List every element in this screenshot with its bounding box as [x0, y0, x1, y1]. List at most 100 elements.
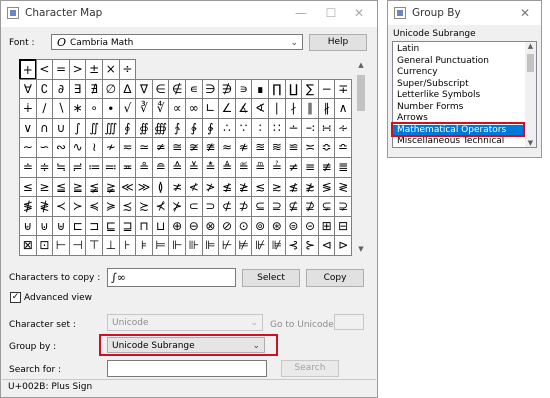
title-bar[interactable]: Character Map — ☐ ✕ — [1, 1, 377, 27]
char-cell[interactable]: ⊒ — [118, 215, 137, 237]
char-cell[interactable]: ≢ — [317, 157, 336, 178]
grid-scrollbar[interactable]: ▲ ▼ — [353, 59, 369, 255]
char-cell[interactable]: ∝ — [168, 98, 186, 119]
char-cell[interactable]: ≥ — [35, 176, 54, 198]
char-cell[interactable]: ≒ — [52, 157, 70, 178]
char-cell[interactable]: ≚ — [185, 157, 203, 178]
char-cell[interactable]: ⊠ — [19, 235, 37, 256]
char-cell[interactable]: ∊ — [185, 78, 203, 100]
select-button[interactable]: Select — [242, 269, 300, 287]
char-cell[interactable]: ≷ — [334, 176, 352, 198]
char-cell[interactable]: ≽ — [102, 196, 120, 217]
char-cell[interactable]: ∤ — [284, 98, 303, 119]
char-cell[interactable]: ⊝ — [301, 215, 319, 237]
char-cell[interactable]: ≋ — [268, 137, 286, 158]
char-cell[interactable]: ∑ — [301, 78, 319, 100]
char-cell[interactable]: ⊬ — [218, 235, 236, 256]
char-cell[interactable]: ∛ — [135, 98, 153, 119]
char-cell[interactable]: ∾ — [52, 137, 70, 158]
maximize-button[interactable]: ☐ — [319, 3, 343, 23]
char-cell[interactable]: ⊦ — [118, 235, 137, 256]
char-cell[interactable]: ≅ — [168, 137, 186, 158]
char-cell[interactable]: ∿ — [68, 137, 87, 158]
char-cell[interactable]: ≜ — [218, 157, 236, 178]
char-cell[interactable]: ⊜ — [284, 215, 303, 237]
char-cell[interactable]: ∹ — [301, 117, 319, 139]
scroll-down-icon[interactable]: ▼ — [525, 139, 536, 147]
char-cell[interactable]: ∺ — [317, 117, 336, 139]
char-cell[interactable]: ⊪ — [185, 235, 203, 256]
char-cell[interactable]: ∻ — [334, 117, 352, 139]
char-cell[interactable]: ≯ — [201, 176, 220, 198]
char-cell[interactable]: ≌ — [284, 137, 303, 158]
scroll-up-icon[interactable]: ▲ — [353, 61, 369, 69]
char-cell[interactable]: ≱ — [234, 176, 253, 198]
char-cell[interactable]: ⊱ — [301, 235, 319, 256]
char-cell[interactable]: ∘ — [85, 98, 103, 119]
char-cell[interactable]: ∋ — [201, 78, 220, 100]
char-cell[interactable]: ≉ — [234, 137, 253, 158]
char-cell[interactable]: ∇ — [135, 78, 153, 100]
char-cell[interactable]: ∶ — [251, 117, 269, 139]
advanced-view-label[interactable]: Advanced view — [24, 293, 92, 303]
char-cell[interactable]: ⊞ — [317, 215, 336, 237]
char-cell[interactable]: > — [68, 59, 87, 80]
char-cell[interactable]: ∍ — [234, 78, 253, 100]
subrange-item[interactable]: Letterlike Symbols — [393, 90, 525, 101]
listbox-scrollbar[interactable]: ▲ ▼ — [525, 42, 536, 147]
char-cell[interactable]: ⊡ — [35, 235, 54, 256]
subrange-item[interactable]: Currency — [393, 67, 525, 78]
char-cell[interactable]: ≓ — [68, 157, 87, 178]
subrange-item[interactable]: General Punctuation — [393, 56, 525, 67]
char-cell[interactable]: ⊭ — [234, 235, 253, 256]
char-cell[interactable]: ∀ — [19, 78, 37, 100]
char-cell[interactable]: ∼ — [19, 137, 37, 158]
char-cell[interactable]: ∜ — [151, 98, 170, 119]
char-cell[interactable]: ∓ — [334, 78, 352, 100]
char-cell[interactable]: ∥ — [301, 98, 319, 119]
char-cell[interactable]: ≣ — [334, 157, 352, 178]
group-by-dropdown[interactable]: Unicode Subrange ⌄ — [107, 337, 265, 353]
char-cell[interactable]: ⊣ — [68, 235, 87, 256]
char-cell[interactable]: ≙ — [168, 157, 186, 178]
char-cell[interactable]: ⊊ — [317, 196, 336, 217]
character-grid[interactable]: + < = > ± × ÷ ∀ ∁ ∂ ∃ ∄ ∅ ∆ ∇ ∈ ∉ ∊ ∋ ∌ ∍ ∎ ∏ ∐ ∑ − ∓ ∔ ∕ ∖ ∗ ∘ ∙ √ ∛ ∜ ∝ ∞ ∟ ∠… — [19, 59, 352, 256]
listbox-scrollbar-thumb[interactable] — [527, 54, 534, 72]
char-cell[interactable]: ∴ — [218, 117, 236, 139]
char-cell[interactable]: ∨ — [19, 117, 37, 139]
char-cell[interactable]: ≼ — [85, 196, 103, 217]
char-cell[interactable]: ∐ — [284, 78, 303, 100]
char-cell[interactable]: ≁ — [102, 137, 120, 158]
char-cell[interactable]: ∔ — [19, 98, 37, 119]
char-cell[interactable]: ≝ — [234, 157, 253, 178]
char-cell[interactable]: ⊳ — [334, 235, 352, 256]
char-cell[interactable]: ≸ — [19, 196, 37, 217]
char-cell[interactable]: ∞ — [185, 98, 203, 119]
char-cell[interactable]: ≂ — [118, 137, 137, 158]
char-cell[interactable]: ⊨ — [151, 235, 170, 256]
advanced-view-checkbox[interactable]: ✓ — [10, 292, 21, 303]
char-cell[interactable]: ≇ — [201, 137, 220, 158]
char-cell[interactable]: ⊑ — [102, 215, 120, 237]
char-cell[interactable]: ≰ — [218, 176, 236, 198]
char-cell[interactable]: ⊫ — [201, 235, 220, 256]
char-cell[interactable]: ≛ — [201, 157, 220, 178]
char-cell[interactable]: ≫ — [135, 176, 153, 198]
char-cell[interactable]: ≳ — [268, 176, 286, 198]
search-input[interactable] — [107, 360, 267, 377]
char-cell[interactable]: ≀ — [85, 137, 103, 158]
close-button[interactable]: ✕ — [347, 3, 371, 23]
char-cell[interactable]: ≄ — [151, 137, 170, 158]
char-cell[interactable]: ∷ — [268, 117, 286, 139]
char-cell[interactable]: ⊄ — [218, 196, 236, 217]
subrange-item[interactable]: Super/Subscript — [393, 79, 525, 90]
char-cell[interactable]: ⊁ — [168, 196, 186, 217]
char-cell[interactable]: ∣ — [268, 98, 286, 119]
char-cell[interactable]: ≞ — [251, 157, 269, 178]
char-cell[interactable]: ⊈ — [284, 196, 303, 217]
char-cell[interactable]: + — [19, 59, 37, 80]
subrange-item[interactable]: Miscellaneous Technical — [393, 136, 525, 147]
char-cell[interactable]: ∈ — [151, 78, 170, 100]
char-cell[interactable]: = — [52, 59, 70, 80]
char-cell[interactable]: ∦ — [317, 98, 336, 119]
